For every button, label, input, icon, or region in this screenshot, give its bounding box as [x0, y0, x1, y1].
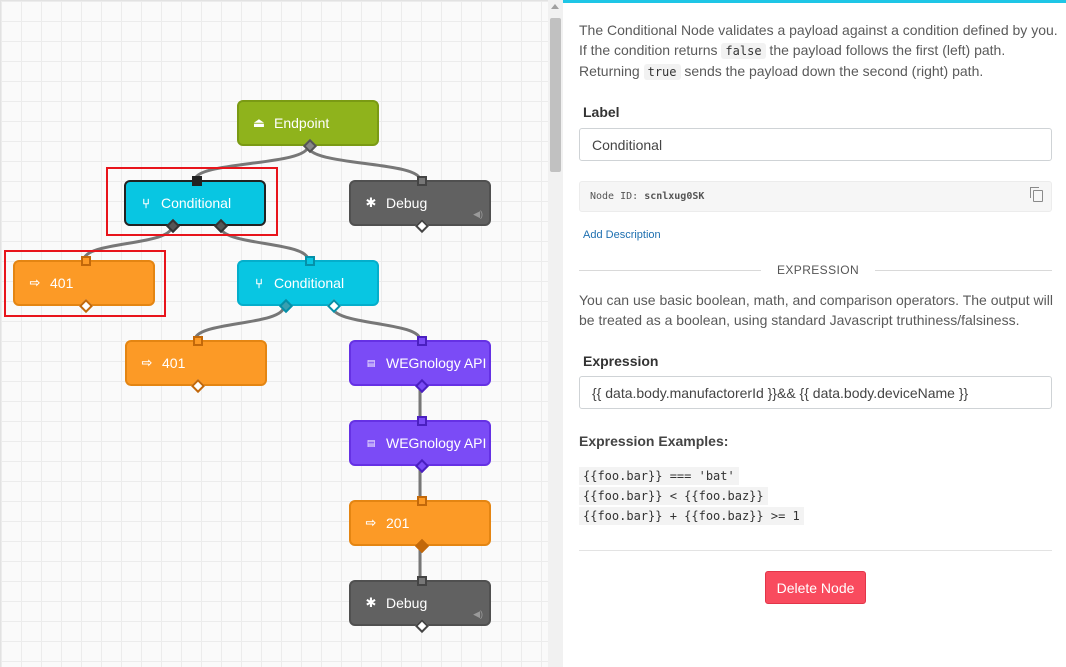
- node-conditional[interactable]: ⑂ Conditional: [237, 256, 379, 314]
- delete-node-button[interactable]: Delete Node: [765, 571, 866, 604]
- response-icon: ⇨: [29, 275, 41, 290]
- example-line: {{foo.bar}} + {{foo.baz}} >= 1: [579, 507, 804, 525]
- input-port[interactable]: [417, 336, 427, 346]
- node-label: Conditional: [161, 195, 232, 211]
- node-wegnology-api[interactable]: ▤ WEGnology API: [349, 416, 491, 474]
- input-port[interactable]: [192, 176, 202, 186]
- label-input[interactable]: [579, 128, 1052, 161]
- wire-conditional2-api: [330, 305, 422, 341]
- input-port[interactable]: [417, 496, 427, 506]
- scroll-up-arrow-icon[interactable]: [551, 4, 559, 9]
- input-port[interactable]: [193, 336, 203, 346]
- input-port[interactable]: [305, 256, 315, 266]
- label-field-title: Label: [583, 104, 620, 120]
- node-description: The Conditional Node validates a payload…: [579, 20, 1059, 82]
- node-endpoint[interactable]: ⏏ Endpoint: [237, 100, 379, 154]
- examples-title: Expression Examples:: [579, 433, 729, 449]
- code-true: true: [643, 64, 681, 80]
- node-response-401[interactable]: ⇨ 401: [13, 256, 155, 314]
- bug-icon: ✱: [365, 195, 377, 210]
- example-line: {{foo.bar}} < {{foo.baz}}: [579, 487, 768, 505]
- bug-icon: ✱: [365, 595, 377, 610]
- wire-conditional-401: [82, 225, 174, 261]
- node-response-401[interactable]: ⇨ 401: [125, 336, 267, 394]
- node-id-box: Node ID: scnlxug0SK: [579, 181, 1052, 212]
- input-port[interactable]: [417, 176, 427, 186]
- node-label: Endpoint: [274, 115, 330, 131]
- input-port[interactable]: [417, 416, 427, 426]
- endpoint-icon: ⏏: [252, 115, 266, 130]
- response-icon: ⇨: [365, 515, 377, 530]
- workflow-canvas[interactable]: ⏏ Endpoint ⑂ Conditional ✱ Debug ◀) ⇨ 40…: [0, 0, 548, 667]
- node-id-prefix: Node ID:: [590, 191, 645, 202]
- wire-conditional2-401: [193, 305, 286, 341]
- node-label: WEGnology API: [386, 435, 487, 451]
- intro-text: sends the payload down the second (right…: [680, 63, 984, 79]
- node-id-value: scnlxug0SK: [644, 191, 705, 202]
- api-icon: ▤: [366, 357, 376, 368]
- add-description-link[interactable]: Add Description: [583, 229, 661, 241]
- expression-help-text: You can use basic boolean, math, and com…: [579, 292, 1053, 328]
- branch-icon: ⑂: [255, 275, 263, 291]
- node-response-201[interactable]: ⇨ 201: [349, 496, 491, 554]
- node-label: Conditional: [274, 275, 345, 291]
- node-wegnology-api[interactable]: ▤ WEGnology API: [349, 336, 491, 394]
- wire-conditional-conditional: [218, 225, 310, 261]
- canvas-scrollbar[interactable]: [548, 0, 563, 667]
- speaker-icon: ◀): [473, 609, 483, 619]
- code-false: false: [721, 43, 766, 59]
- node-label: WEGnology API: [386, 355, 487, 371]
- panel-divider: [579, 550, 1052, 551]
- input-port[interactable]: [417, 576, 427, 586]
- wire-endpoint-conditional: [193, 145, 310, 181]
- expression-field-title: Expression: [583, 353, 659, 369]
- speaker-icon: ◀): [473, 209, 483, 219]
- node-label: Debug: [386, 195, 428, 211]
- node-settings-panel: The Conditional Node validates a payload…: [563, 0, 1066, 667]
- wire-endpoint-debug: [306, 145, 422, 181]
- node-debug[interactable]: ✱ Debug ◀): [349, 576, 491, 634]
- expression-input[interactable]: [579, 376, 1052, 409]
- branch-icon: ⑂: [142, 195, 150, 211]
- scroll-thumb[interactable]: [550, 18, 561, 172]
- node-debug[interactable]: ✱ Debug ◀): [349, 176, 491, 234]
- api-icon: ▤: [366, 437, 376, 448]
- node-conditional-selected[interactable]: ⑂ Conditional: [124, 176, 266, 234]
- node-label: Debug: [386, 595, 428, 611]
- copy-icon[interactable]: [1030, 187, 1043, 202]
- example-line: {{foo.bar}} === 'bat': [579, 467, 739, 485]
- section-title: EXPRESSION: [761, 263, 876, 277]
- node-label: 201: [386, 515, 410, 531]
- node-label: 401: [162, 355, 186, 371]
- input-port[interactable]: [81, 256, 91, 266]
- response-icon: ⇨: [141, 355, 153, 370]
- node-label: 401: [50, 275, 74, 291]
